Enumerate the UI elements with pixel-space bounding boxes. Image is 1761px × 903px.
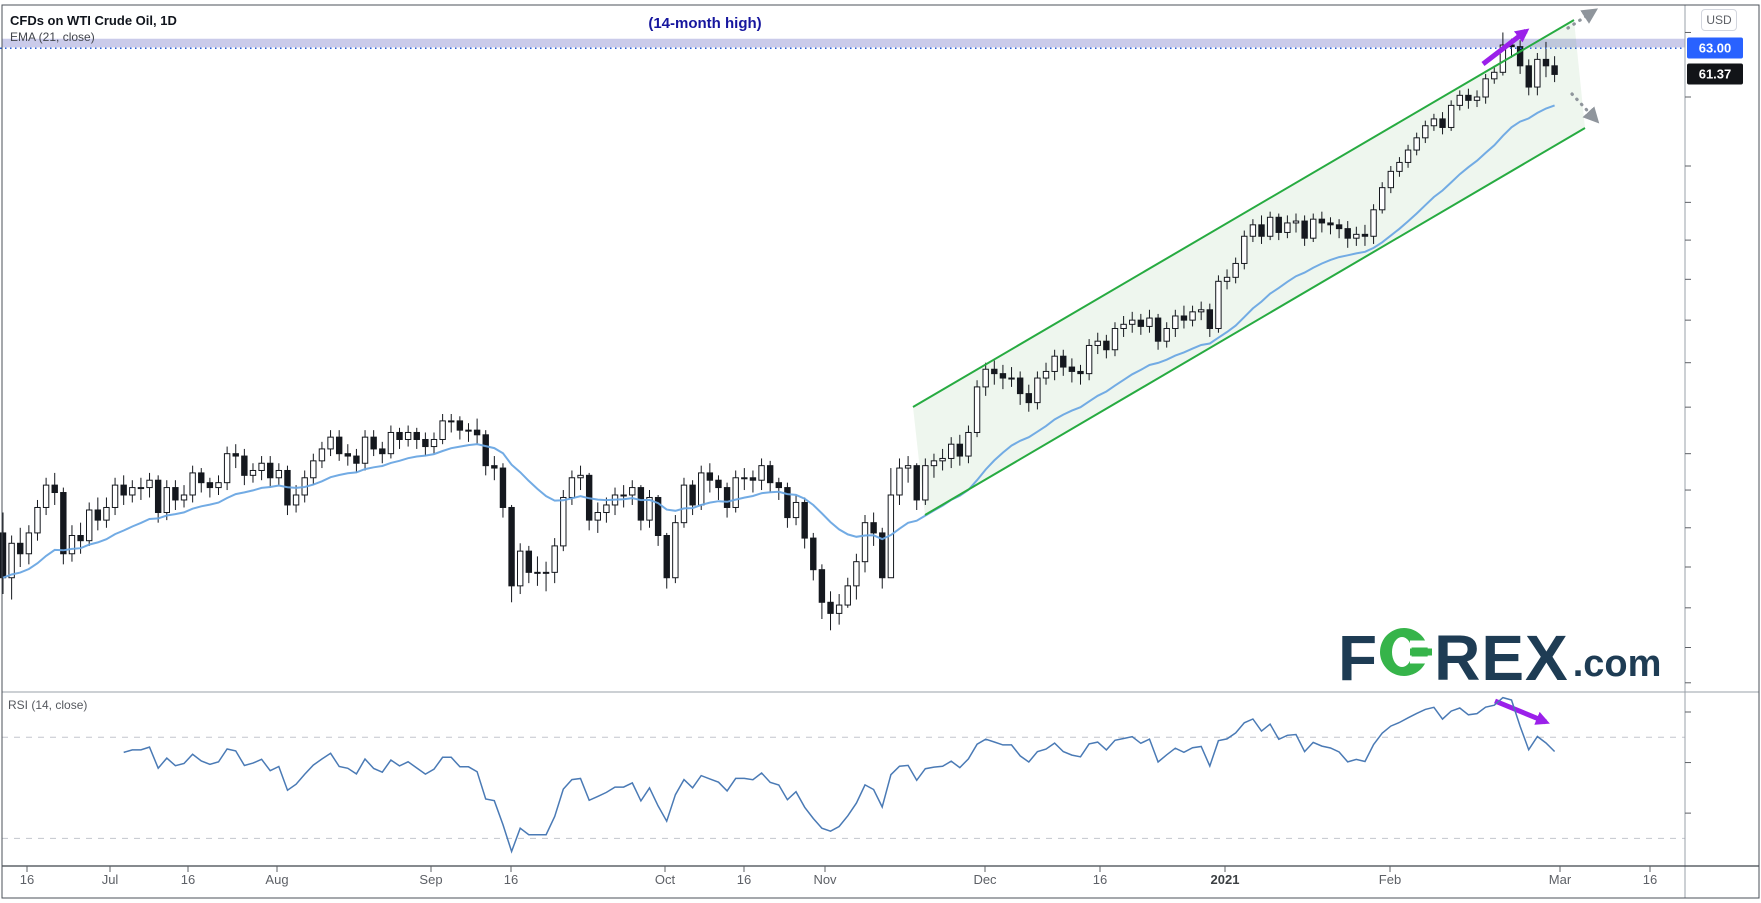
candlestick-series — [0, 32, 1557, 630]
time-tick-label: 16 — [1093, 872, 1107, 887]
chart-surface[interactable] — [0, 0, 1761, 903]
rsi-indicator-label[interactable]: RSI (14, close) — [8, 698, 87, 712]
time-tick-label: Jul — [102, 872, 119, 887]
alert-price-label-63: 63.00 — [1687, 38, 1743, 59]
time-tick-label: Oct — [655, 872, 675, 887]
trend-channel-top-line — [913, 20, 1574, 407]
time-tick-label: 16 — [504, 872, 518, 887]
logo-letter-f: F — [1338, 632, 1378, 684]
annotation-14-month-high: (14-month high) — [565, 15, 845, 32]
legend: CFDs on WTI Crude Oil, 1D EMA (21, close… — [10, 12, 177, 46]
rsi-line — [124, 698, 1555, 852]
time-tick-label: Sep — [419, 872, 442, 887]
symbol-title[interactable]: CFDs on WTI Crude Oil, 1D — [10, 12, 177, 29]
currency-toggle-button[interactable]: USD — [1701, 9, 1737, 31]
forex-com-logo: F REX .com — [1338, 626, 1661, 684]
trend-channel-bottom-line — [925, 128, 1585, 515]
ema-indicator-label[interactable]: EMA (21, close) — [10, 29, 177, 46]
time-tick-label: Mar — [1549, 872, 1571, 887]
resistance-band — [2, 39, 1685, 48]
time-tick-label: 16 — [1643, 872, 1657, 887]
time-tick-label: Nov — [813, 872, 836, 887]
purple-arrow-rsi-divergence — [1495, 701, 1546, 722]
time-tick-label: Dec — [973, 872, 996, 887]
chart-widget: CFDs on WTI Crude Oil, 1D EMA (21, close… — [0, 0, 1761, 903]
time-tick-label: 16 — [20, 872, 34, 887]
time-axis[interactable]: 16 Jul 16 Aug Sep 16 Oct 16 Nov Dec 16 2021 Feb Mar 16 — [0, 867, 1685, 898]
time-tick-label: Feb — [1379, 872, 1401, 887]
time-tick-label: Aug — [265, 872, 288, 887]
logo-dot-com: .com — [1573, 644, 1662, 684]
last-price-label: 61.37 — [1687, 64, 1743, 85]
logo-letters-rex: REX — [1434, 632, 1569, 684]
logo-power-plug-o-icon — [1380, 626, 1432, 683]
time-tick-label: 16 — [181, 872, 195, 887]
price-axis[interactable]: 64.0060.0056.0054.0052.0050.0048.0046.00… — [1686, 0, 1761, 866]
time-tick-label: 2021 — [1211, 872, 1240, 887]
time-tick-label: 16 — [737, 872, 751, 887]
